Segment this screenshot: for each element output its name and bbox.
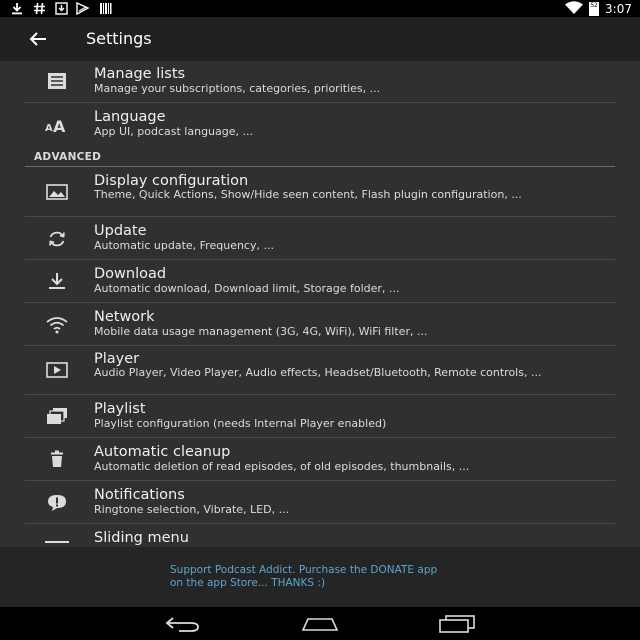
barcode-icon (98, 1, 112, 15)
item-title: Notifications (94, 487, 185, 503)
donate-text-line1: Support Podcast Addict. Purchase the DON… (170, 564, 438, 576)
home-nav-icon[interactable] (300, 613, 340, 635)
podcast-icon (76, 1, 90, 15)
item-subtitle: Ringtone selection, Vibrate, LED, ... (94, 503, 290, 516)
section-divider (25, 166, 615, 167)
recents-nav-icon[interactable] (437, 613, 477, 635)
section-header-advanced: ADVANCED (34, 151, 102, 163)
settings-item-sliding-menu[interactable]: Sliding menu (25, 524, 615, 547)
settings-item-automatic-cleanup[interactable]: Automatic cleanup Automatic deletion of … (25, 438, 615, 481)
item-subtitle: Manage your subscriptions, categories, p… (94, 82, 381, 95)
item-title: Manage lists (94, 66, 186, 82)
wifi-status-icon (565, 0, 584, 18)
item-subtitle: Automatic deletion of read episodes, of … (94, 460, 470, 473)
font-size-icon: AA (45, 114, 69, 136)
item-subtitle: Automatic download, Download limit, Stor… (94, 282, 400, 295)
item-subtitle: Automatic update, Frequency, ... (94, 239, 274, 252)
battery-icon: 52 (589, 1, 600, 16)
clock: 3:07 (605, 1, 632, 16)
settings-item-playlist[interactable]: Playlist Playlist configuration (needs I… (25, 395, 615, 438)
svg-text:A: A (53, 117, 66, 133)
item-subtitle: Mobile data usage management (3G, 4G, Wi… (94, 325, 428, 338)
item-title: Language (94, 109, 166, 125)
item-title: Network (94, 309, 155, 325)
item-subtitle: Theme, Quick Actions, Show/Hide seen con… (94, 188, 522, 201)
app-bar: Settings (0, 17, 640, 61)
hash-icon (32, 1, 46, 15)
settings-item-update[interactable]: Update Automatic update, Frequency, ... (25, 217, 615, 260)
item-title: Automatic cleanup (94, 444, 231, 460)
item-title: Playlist (94, 401, 146, 417)
settings-list[interactable]: Manage lists Manage your subscriptions, … (0, 61, 640, 547)
status-bar: 52 3:07 (0, 0, 640, 17)
item-title: Player (94, 351, 140, 367)
battery-level: 52 (590, 1, 598, 9)
menu-icon (45, 537, 69, 547)
download-icon (45, 270, 69, 292)
refresh-icon (45, 228, 69, 250)
play-box-icon (45, 359, 69, 381)
inbox-download-icon (54, 1, 68, 15)
settings-item-display-configuration[interactable]: Display configuration Theme, Quick Actio… (25, 168, 615, 217)
back-nav-icon[interactable] (163, 613, 203, 635)
image-icon (45, 181, 69, 203)
playlist-icon (45, 405, 69, 427)
item-subtitle: Audio Player, Video Player, Audio effect… (94, 366, 542, 379)
alert-bubble-icon (45, 492, 69, 514)
donate-banner[interactable]: Support Podcast Addict. Purchase the DON… (0, 547, 640, 607)
donate-text[interactable]: Support Podcast Addict. Purchase the DON… (170, 564, 490, 590)
donate-text-line2: on the app Store... THANKS :) (170, 577, 326, 589)
trash-icon (45, 448, 69, 470)
item-title: Sliding menu (94, 530, 189, 546)
page-title: Settings (86, 29, 152, 48)
notification-icons (10, 1, 112, 15)
download-icon (10, 1, 24, 15)
settings-item-network[interactable]: Network Mobile data usage management (3G… (25, 303, 615, 346)
back-arrow-icon[interactable] (28, 29, 50, 49)
item-title: Update (94, 223, 147, 239)
item-title: Download (94, 266, 167, 282)
navigation-bar (0, 607, 640, 640)
settings-item-notifications[interactable]: Notifications Ringtone selection, Vibrat… (25, 481, 615, 524)
settings-item-player[interactable]: Player Audio Player, Video Player, Audio… (25, 346, 615, 395)
settings-item-manage-lists[interactable]: Manage lists Manage your subscriptions, … (25, 61, 615, 103)
settings-item-download[interactable]: Download Automatic download, Download li… (25, 260, 615, 303)
item-subtitle: Playlist configuration (needs Internal P… (94, 417, 387, 430)
settings-item-language[interactable]: AA Language App UI, podcast language, ..… (25, 103, 615, 145)
item-title: Display configuration (94, 173, 249, 189)
svg-text:A: A (45, 123, 53, 133)
list-icon (45, 70, 69, 92)
item-subtitle: App UI, podcast language, ... (94, 125, 253, 138)
wifi-icon (45, 314, 69, 336)
